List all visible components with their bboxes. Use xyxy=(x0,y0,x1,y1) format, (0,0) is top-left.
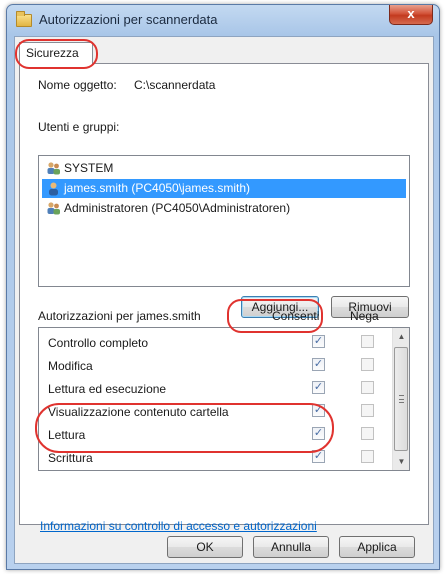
group-icon xyxy=(47,202,60,215)
permission-row: Lettura ed esecuzione ✓ xyxy=(39,377,391,400)
list-item-label: james.smith (PC4050\james.smith) xyxy=(64,181,251,195)
scroll-thumb[interactable] xyxy=(394,347,408,451)
permissions-list[interactable]: Controllo completo ✓ Modifica ✓ Lettura … xyxy=(38,327,410,471)
deny-checkbox[interactable] xyxy=(361,335,374,348)
cancel-button[interactable]: Annulla xyxy=(253,536,329,558)
allow-checkbox[interactable]: ✓ xyxy=(312,450,325,463)
permission-name: Modifica xyxy=(48,359,93,373)
permission-name: Controllo completo xyxy=(48,336,149,350)
window-title: Autorizzazioni per scannerdata xyxy=(39,12,218,27)
scroll-up-arrow-icon[interactable]: ▲ xyxy=(393,328,409,345)
deny-checkbox[interactable] xyxy=(361,450,374,463)
allow-checkbox[interactable]: ✓ xyxy=(312,335,325,348)
folder-icon xyxy=(16,11,32,27)
deny-checkbox[interactable] xyxy=(361,404,374,417)
close-button[interactable]: x xyxy=(389,5,433,25)
ok-button[interactable]: OK xyxy=(167,536,243,558)
permission-row: Modifica ✓ xyxy=(39,354,391,377)
security-tab-page: Nome oggetto: C:\scannerdata Utenti e gr… xyxy=(19,63,429,533)
object-name-value: C:\scannerdata xyxy=(134,78,216,92)
deny-checkbox[interactable] xyxy=(361,358,374,371)
apply-button[interactable]: Applica xyxy=(339,536,415,558)
permission-row: Scrittura ✓ xyxy=(39,446,391,469)
column-deny-header: Nega xyxy=(350,309,379,323)
users-listbox[interactable]: SYSTEM james.smith (PC4050\james.smith) … xyxy=(38,155,410,287)
permission-name: Lettura ed esecuzione xyxy=(48,382,167,396)
group-icon xyxy=(47,162,60,175)
allow-checkbox[interactable]: ✓ xyxy=(312,427,325,440)
list-item-label: SYSTEM xyxy=(64,161,114,175)
permission-row: Visualizzazione contenuto cartella ✓ xyxy=(39,400,391,423)
permissions-dialog: Autorizzazioni per scannerdata x Sicurez… xyxy=(6,4,440,570)
deny-checkbox[interactable] xyxy=(361,427,374,440)
grip-icon xyxy=(399,395,404,403)
user-icon xyxy=(49,182,58,196)
tab-security[interactable]: Sicurezza xyxy=(19,42,93,64)
deny-checkbox[interactable] xyxy=(361,381,374,394)
permissions-scrollbar[interactable]: ▲ ▼ xyxy=(392,328,409,470)
permission-row: Lettura ✓ xyxy=(39,423,391,446)
access-control-info-link[interactable]: Informazioni su controllo di accesso e a… xyxy=(40,519,317,533)
tab-strip: Sicurezza xyxy=(15,37,433,64)
dialog-body: Sicurezza Nome oggetto: C:\scannerdata U… xyxy=(14,36,434,564)
list-item-label: Administratoren (PC4050\Administratoren) xyxy=(64,201,291,215)
allow-checkbox[interactable]: ✓ xyxy=(312,358,325,371)
list-item[interactable]: Administratoren (PC4050\Administratoren) xyxy=(42,199,406,218)
title-bar[interactable]: Autorizzazioni per scannerdata x xyxy=(7,5,439,35)
allow-checkbox[interactable]: ✓ xyxy=(312,404,325,417)
allow-checkbox[interactable]: ✓ xyxy=(312,381,325,394)
scroll-down-arrow-icon[interactable]: ▼ xyxy=(393,453,409,470)
permission-row: Controllo completo ✓ xyxy=(39,331,391,354)
column-allow-header: Consenti xyxy=(272,309,320,323)
permission-name: Visualizzazione contenuto cartella xyxy=(48,405,229,419)
object-name-label: Nome oggetto: xyxy=(38,78,117,92)
list-item[interactable]: SYSTEM xyxy=(42,159,406,178)
users-groups-label: Utenti e gruppi: xyxy=(38,120,120,134)
permissions-title: Autorizzazioni per james.smith xyxy=(38,309,201,323)
permission-name: Lettura xyxy=(48,428,86,442)
permission-name: Scrittura xyxy=(48,451,93,465)
list-item-selected[interactable]: james.smith (PC4050\james.smith) xyxy=(42,179,406,198)
